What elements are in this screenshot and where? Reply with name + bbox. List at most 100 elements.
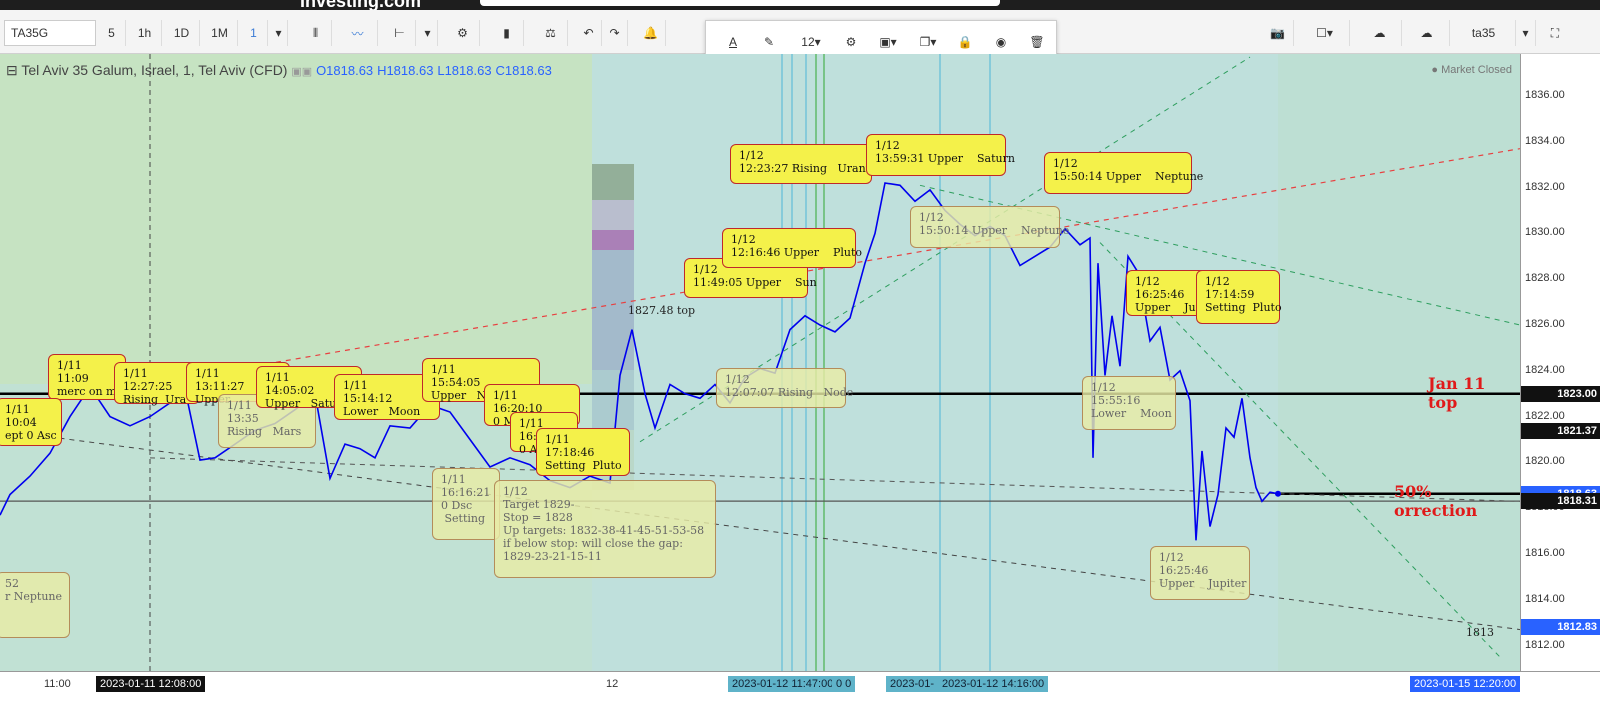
cloud-download-icon[interactable]: ☁ [1358,20,1402,46]
last-price-dot [1275,490,1281,497]
high-value: H1818.63 [377,63,434,78]
price-label: 1812.00 [1525,638,1565,651]
price-tag: 1823.00 [1521,385,1600,402]
interval-1m[interactable]: 1M [202,20,238,46]
price-tag: 1818.31 [1521,493,1600,510]
jan11-top-label: Jan 11 top [1428,374,1486,412]
chart-annotation-note[interactable]: 1/11 10:04 ept 0 Asc [0,398,62,446]
session-zone [0,54,592,384]
open-value: O1818.63 [316,63,374,78]
time-tag: 2023-01- [886,676,939,692]
volume-profile-bar [592,230,634,250]
chart-toolbar: TA35G 5 1h 1D 1M 1 ▾ ⫴ 〰 ⊢ ▾ ⚙ ▮ ⚖ ↶ ↷ 🔔… [0,10,1600,62]
chart-area[interactable]: ⊟ Tel Aviv 35 Galum, Israel, 1, Tel Aviv… [0,54,1520,671]
price-label: 1816.00 [1525,547,1565,559]
price-tag: 1821.37 [1521,423,1600,440]
price-axis[interactable]: 1836.00 1834.00 1832.00 1830.00 1828.00 1826.… [1520,54,1600,671]
chart-annotation-note[interactable]: 1/11 17:18:46 Setting Pluto [536,428,630,476]
visibility-icon[interactable]: ◉ [988,29,1014,55]
top-strip: Investing.com [0,0,1600,10]
price-label: 1836.00 [1525,89,1565,101]
chart-annotation-note[interactable]: 1/12 12:23:27 Rising Uranus [730,144,878,184]
lock-icon[interactable]: 🔒 [952,29,978,55]
search-bar[interactable] [480,0,1000,6]
pen-icon[interactable]: ✎ [756,29,782,55]
symbol-input[interactable]: TA35G [4,20,96,46]
time-tag: 2023-01-12 14:16:00 [938,676,1049,692]
chart-annotation-note[interactable]: 1/11 16:16:21 0 Dsc Setting [432,468,500,540]
chart-annotation-note[interactable]: 1/12 15:50:14 Upper Neptune [910,206,1069,248]
camera-icon[interactable]: 📷 [1262,20,1294,46]
chart-annotation-note[interactable]: 1/12 15:50:14 Upper Neptune [1044,152,1203,194]
chart-legend: ⊟ Tel Aviv 35 Galum, Israel, 1, Tel Aviv… [6,62,552,79]
expand-icon[interactable]: ⛶ [1542,20,1568,46]
price-label: 1832.00 [1525,180,1565,193]
layout-dropdown-icon[interactable]: ▾ [1516,20,1536,46]
time-tag: 0 0 [832,676,856,692]
font-size-select[interactable]: 12 ▾ [794,29,828,55]
time-tag: 2023-01-11 12:08:00 [96,676,206,692]
price-label: 1830.00 [1525,226,1565,239]
price-label: 1814.00 [1525,592,1565,605]
chart-annotation-note[interactable]: 1/12 12:16:46 Upper Pluto [722,228,862,268]
settings-icon[interactable]: ⚙ [446,20,480,46]
market-status: ● Market Closed [1431,64,1512,76]
time-tag: 2023-01-12 11:47:00 [728,676,838,692]
level-1813-label: 1813 [1466,626,1494,639]
volume-profile-bar [592,164,634,200]
layers-icon[interactable]: ▣▾ [872,29,904,55]
text-color-icon[interactable]: A [720,29,746,55]
close-value: C1818.63 [495,63,552,78]
candles-icon[interactable]: ⫴ [300,20,332,46]
chart-annotation-note[interactable]: 1/12 16:25:46 Upper Jupiter [1150,546,1250,600]
correction-label: 50% orrection [1394,482,1478,520]
eye-icon[interactable]: ▣▣ [291,66,312,78]
volume-icon[interactable]: ▮ [490,20,524,46]
price-label: 1820.00 [1525,455,1565,468]
alert-icon[interactable]: 🔔 [636,20,666,46]
volume-profile-bar [592,200,634,230]
market-status-text: Market Closed [1441,64,1512,76]
instrument-title: Tel Aviv 35 Galum, Israel, 1, Tel Aviv (… [21,62,288,78]
chart-annotation-note[interactable]: 52 r Neptune [0,572,70,638]
font-size-value: 12 [801,35,815,49]
brand-logo: Investing.com [300,0,422,10]
indicators-dropdown-icon[interactable]: ▾ [418,20,438,46]
compare-icon[interactable]: ⚖ [534,20,568,46]
price-label: 1822.00 [1525,409,1565,422]
chart-annotation-note[interactable]: 1/12 13:59:31 Upper Saturn [866,134,1015,176]
interval-5[interactable]: 5 [98,20,126,46]
redo-icon[interactable]: ↷ [602,20,628,46]
chart-annotation-note[interactable]: 1/12 15:55:16 Lower Moon [1082,376,1176,430]
time-label: 12 [606,678,619,690]
time-tag: 2023-01-15 12:20:00 [1410,676,1521,692]
chart-annotation-note[interactable]: 1/12 12:07:07 Rising Node [716,368,853,408]
collapse-icon[interactable]: ⊟ [6,62,18,78]
clone-icon[interactable]: ❐▾ [912,29,944,55]
fullscreen-box-icon[interactable]: ☐▾ [1300,20,1350,46]
volume-profile-bar [592,370,634,430]
price-label: 1828.00 [1525,272,1565,285]
time-axis[interactable]: 11:00 12 2023-01-11 12:08:00 2023-01-12 … [0,671,1600,706]
future-zone [1278,54,1520,671]
chart-annotation-note[interactable]: 1/12 17:14:59 Setting Pluto [1196,270,1282,324]
draw-settings-icon[interactable]: ⚙ [838,29,864,55]
cloud-upload-icon[interactable]: ☁ [1404,20,1450,46]
indicators-icon[interactable]: ⊢ [384,20,416,46]
undo-icon[interactable]: ↶ [576,20,602,46]
time-label: 11:00 [44,678,71,690]
interval-1[interactable]: 1 [240,20,268,46]
price-tag: 1812.83 [1521,618,1600,635]
trash-icon[interactable]: 🗑 [1024,29,1050,55]
low-value: L1818.63 [437,63,492,78]
interval-1h[interactable]: 1h [128,20,162,46]
top-price-label: 1827.48 top [628,304,696,317]
chart-annotation-note[interactable]: 1/12 Target 1829- Stop = 1828 Up targets… [494,480,716,578]
price-label: 1834.00 [1525,134,1565,147]
layout-name[interactable]: ta35 [1452,20,1516,46]
interval-1d[interactable]: 1D [164,20,200,46]
price-label: 1826.00 [1525,318,1565,330]
interval-dropdown-icon[interactable]: ▾ [270,20,288,46]
line-chart-icon[interactable]: 〰 [338,20,378,46]
price-label: 1824.00 [1525,363,1565,376]
